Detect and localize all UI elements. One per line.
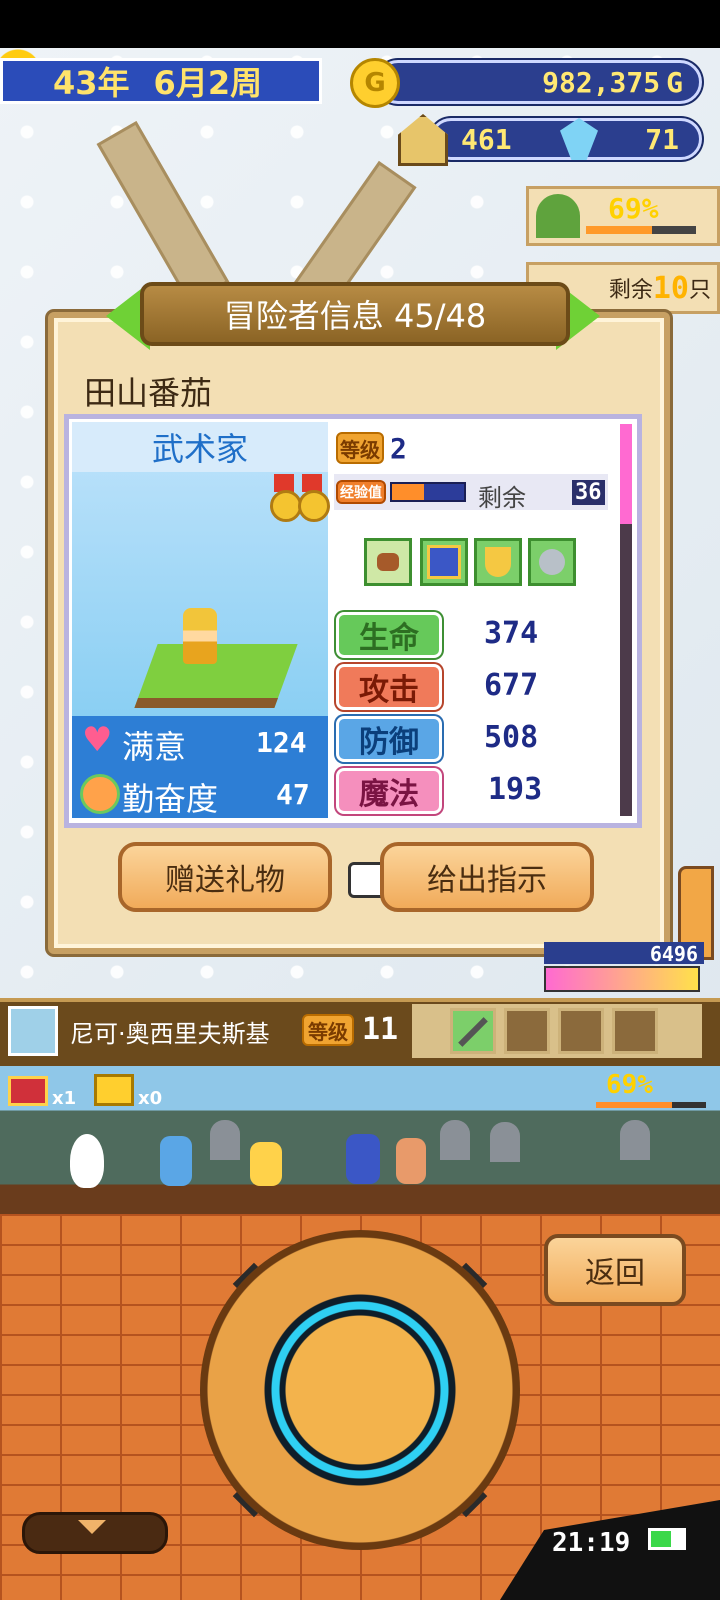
sword-icon <box>458 1017 488 1047</box>
red-chest-count: x1 <box>52 1088 77 1109</box>
date-display: 43年 6月2周 <box>0 58 322 104</box>
sword-slot[interactable] <box>450 1008 496 1054</box>
adventurer-name: 田山番茄 <box>84 374 213 412</box>
exp-bar <box>390 482 466 502</box>
battery-level <box>651 1531 671 1547</box>
exp-remaining-label: 剩余 <box>478 484 526 512</box>
exp-badge: 经验值 <box>336 480 386 504</box>
dialog-title: 冒险者信息 45/48 <box>140 282 570 346</box>
equip-slot-bag[interactable] <box>364 538 412 586</box>
empty-slot[interactable] <box>504 1008 550 1054</box>
bag-icon <box>377 553 399 571</box>
gold-display: 982,375 G <box>376 60 702 104</box>
gold-coin-icon: G <box>350 58 400 108</box>
exp-remaining-value: 36 <box>572 480 605 505</box>
instruct-button[interactable]: 给出指示 <box>380 842 594 912</box>
stat-hp-label: 生命 <box>336 612 442 658</box>
party-level-badge: 等级 <box>302 1014 354 1046</box>
gold-unit: G <box>666 65 683 99</box>
diligence-label: 勤奋度 <box>122 780 219 818</box>
heart-icon: ♥ <box>82 720 113 760</box>
gold-chest-count: x0 <box>138 1088 163 1109</box>
scrollbar-thumb[interactable] <box>620 424 632 524</box>
party-adventurer-name: 尼可·奥西里夫斯基 <box>70 1020 270 1048</box>
dungeon-percent: 69% <box>608 192 659 225</box>
armor-icon <box>427 545 461 579</box>
pig-enemy-sprite <box>396 1138 426 1184</box>
back-button[interactable]: 返回 <box>544 1234 686 1306</box>
gravestone <box>210 1120 240 1160</box>
claw-icon <box>539 549 565 575</box>
battle-progress: 69% <box>606 1070 653 1100</box>
date-label: 6月2周 <box>153 64 263 102</box>
equip-slot-accessory[interactable] <box>528 538 576 586</box>
empty-slot[interactable] <box>558 1008 604 1054</box>
remaining-label: 剩余 <box>608 278 653 303</box>
remaining-count: 10 <box>652 270 689 306</box>
adventurer-avatar[interactable] <box>8 1006 58 1056</box>
red-chest-icon <box>8 1076 48 1106</box>
stat-hp-value: 374 <box>484 616 539 651</box>
equip-slot-shield[interactable] <box>474 538 522 586</box>
exp-bar-fill <box>392 484 425 500</box>
shield-icon <box>485 547 511 577</box>
stat-attack-label: 攻击 <box>336 664 442 710</box>
gravestone <box>490 1122 520 1162</box>
medal-icon <box>298 490 330 522</box>
stat-magic-value: 193 <box>488 772 543 807</box>
clock-text: 21:19 <box>552 1528 631 1558</box>
party-level-value: 11 <box>362 1012 399 1047</box>
adventurer-sprite <box>183 608 217 664</box>
level-badge: 等级 <box>336 432 384 464</box>
year-label: 43年 <box>53 64 130 102</box>
stat-defense-label: 防御 <box>336 716 442 762</box>
stat-attack-value: 677 <box>484 668 539 703</box>
battle-progress-bar <box>596 1102 706 1108</box>
gravestone <box>440 1120 470 1160</box>
job-title: 武术家 <box>72 422 328 472</box>
cave-icon <box>536 194 580 238</box>
mermaid-sprite <box>250 1142 282 1186</box>
fighter-sprite <box>160 1136 192 1186</box>
directional-dial[interactable] <box>200 1230 520 1550</box>
mage-sprite <box>346 1134 380 1184</box>
gold-value: 982,375 <box>542 65 661 99</box>
gravestone <box>620 1120 650 1160</box>
crystal-count: 71 <box>645 122 679 156</box>
snowman-sprite <box>70 1134 104 1188</box>
chevron-down-icon <box>78 1520 106 1534</box>
level-value: 2 <box>390 432 407 465</box>
satisfaction-label: 满意 <box>122 728 187 766</box>
fist-icon <box>80 774 120 814</box>
satisfaction-value: 124 <box>256 726 307 759</box>
status-bar <box>0 0 720 48</box>
dungeon-progress <box>586 226 696 234</box>
stat-defense-value: 508 <box>484 720 539 755</box>
side-gauge <box>544 966 700 992</box>
equip-slot-armor[interactable] <box>420 538 468 586</box>
gift-button[interactable]: 赠送礼物 <box>118 842 332 912</box>
remaining-unit: 只 <box>688 278 711 303</box>
empty-slot[interactable] <box>612 1008 658 1054</box>
gold-chest-icon <box>94 1074 134 1106</box>
house-count: 461 <box>461 122 512 156</box>
diligence-value: 47 <box>276 778 310 811</box>
stat-magic-label: 魔法 <box>336 768 442 814</box>
side-value: 6496 <box>544 942 704 966</box>
